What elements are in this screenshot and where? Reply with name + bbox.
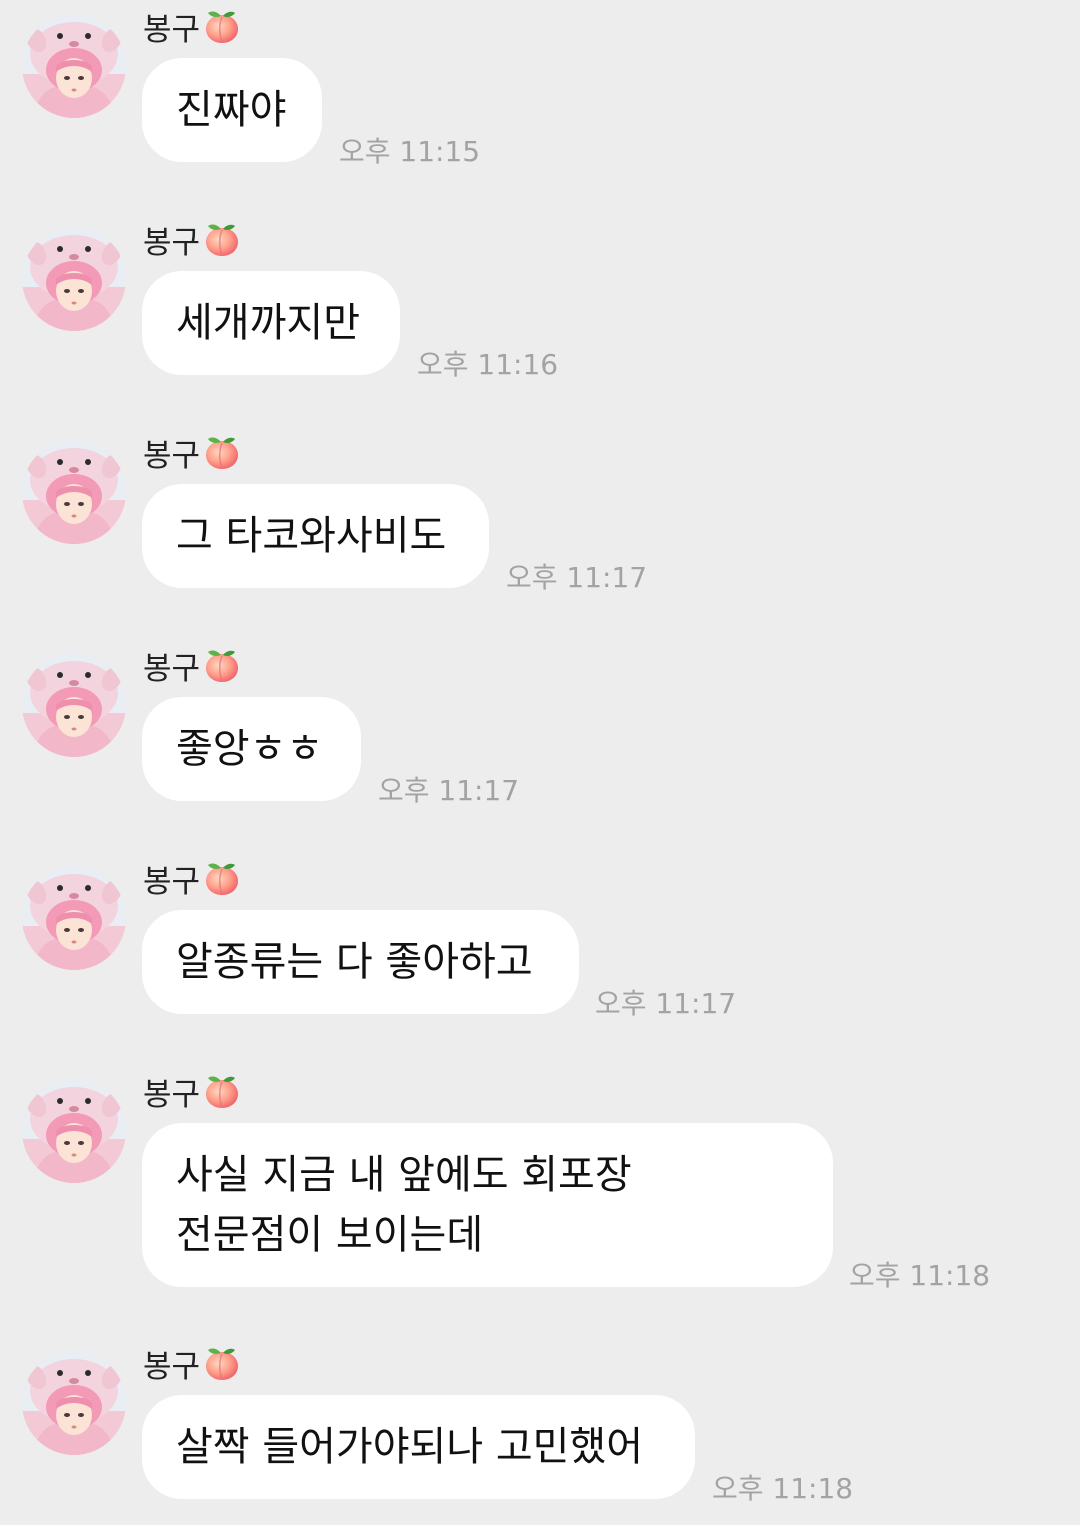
avatar[interactable] xyxy=(22,227,126,331)
sender-name: 봉구 xyxy=(143,856,242,900)
sender-name-text: 봉구 xyxy=(143,224,201,261)
avatar[interactable] xyxy=(22,1351,126,1455)
message-bubble[interactable]: 세개까지만 xyxy=(142,271,400,375)
message-group: 봉구 사실 지금 내 앞에도 회포장 전문점이 보이는데 오후 11:18 xyxy=(0,1069,1080,1299)
message-timestamp: 오후 11:18 xyxy=(849,1259,991,1292)
peach-icon xyxy=(202,858,242,898)
sender-name: 봉구 xyxy=(143,1069,242,1113)
message-timestamp: 오후 11:17 xyxy=(595,987,737,1020)
peach-icon xyxy=(202,6,242,46)
message-timestamp: 오후 11:17 xyxy=(378,774,520,807)
message-text: 살짝 들어가야되나 고민했어 xyxy=(176,1424,644,1470)
message-group: 봉구 그 타코와사비도 오후 11:17 xyxy=(0,430,1080,600)
avatar[interactable] xyxy=(22,1079,126,1183)
chat-view: 봉구 진짜야 오후 11:15 봉구 세개까지만 오후 11:16 봉구 그 타… xyxy=(0,0,1080,1525)
message-bubble[interactable]: 그 타코와사비도 xyxy=(142,484,489,588)
peach-icon xyxy=(202,432,242,472)
sender-name: 봉구 xyxy=(143,430,242,474)
sender-name-text: 봉구 xyxy=(143,650,201,687)
message-timestamp: 오후 11:15 xyxy=(339,135,481,168)
message-text: 알종류는 다 좋아하고 xyxy=(176,939,533,985)
message-text: 그 타코와사비도 xyxy=(176,513,447,559)
sender-name-text: 봉구 xyxy=(143,437,201,474)
sender-name-text: 봉구 xyxy=(143,863,201,900)
sender-name: 봉구 xyxy=(143,643,242,687)
avatar[interactable] xyxy=(22,653,126,757)
peach-icon xyxy=(202,1071,242,1111)
message-text: 진짜야 xyxy=(176,87,287,133)
message-timestamp: 오후 11:18 xyxy=(712,1472,854,1505)
message-group: 봉구 살짝 들어가야되나 고민했어 오후 11:18 xyxy=(0,1341,1080,1525)
sender-name: 봉구 xyxy=(143,4,242,48)
avatar[interactable] xyxy=(22,14,126,118)
message-group: 봉구 진짜야 오후 11:15 xyxy=(0,4,1080,174)
message-group: 봉구 좋앙ㅎㅎ 오후 11:17 xyxy=(0,643,1080,813)
sender-name: 봉구 xyxy=(143,217,242,261)
message-text-line: 전문점이 보이는데 xyxy=(176,1212,484,1258)
message-bubble[interactable]: 살짝 들어가야되나 고민했어 xyxy=(142,1395,695,1499)
message-group: 봉구 세개까지만 오후 11:16 xyxy=(0,217,1080,387)
message-group: 봉구 알종류는 다 좋아하고 오후 11:17 xyxy=(0,856,1080,1026)
message-text-line: 사실 지금 내 앞에도 회포장 xyxy=(176,1152,632,1198)
avatar[interactable] xyxy=(22,440,126,544)
peach-icon xyxy=(202,219,242,259)
message-bubble[interactable]: 알종류는 다 좋아하고 xyxy=(142,910,579,1014)
sender-name-text: 봉구 xyxy=(143,1348,201,1385)
avatar[interactable] xyxy=(22,866,126,970)
message-text: 세개까지만 xyxy=(176,300,360,346)
message-bubble[interactable]: 좋앙ㅎㅎ xyxy=(142,697,361,801)
message-bubble[interactable]: 사실 지금 내 앞에도 회포장 전문점이 보이는데 xyxy=(142,1123,833,1287)
peach-icon xyxy=(202,1343,242,1383)
message-text: 좋앙ㅎㅎ xyxy=(176,726,324,772)
sender-name: 봉구 xyxy=(143,1341,242,1385)
message-timestamp: 오후 11:17 xyxy=(506,561,648,594)
message-timestamp: 오후 11:16 xyxy=(417,348,559,381)
sender-name-text: 봉구 xyxy=(143,11,201,48)
sender-name-text: 봉구 xyxy=(143,1076,201,1113)
message-bubble[interactable]: 진짜야 xyxy=(142,58,322,162)
peach-icon xyxy=(202,645,242,685)
